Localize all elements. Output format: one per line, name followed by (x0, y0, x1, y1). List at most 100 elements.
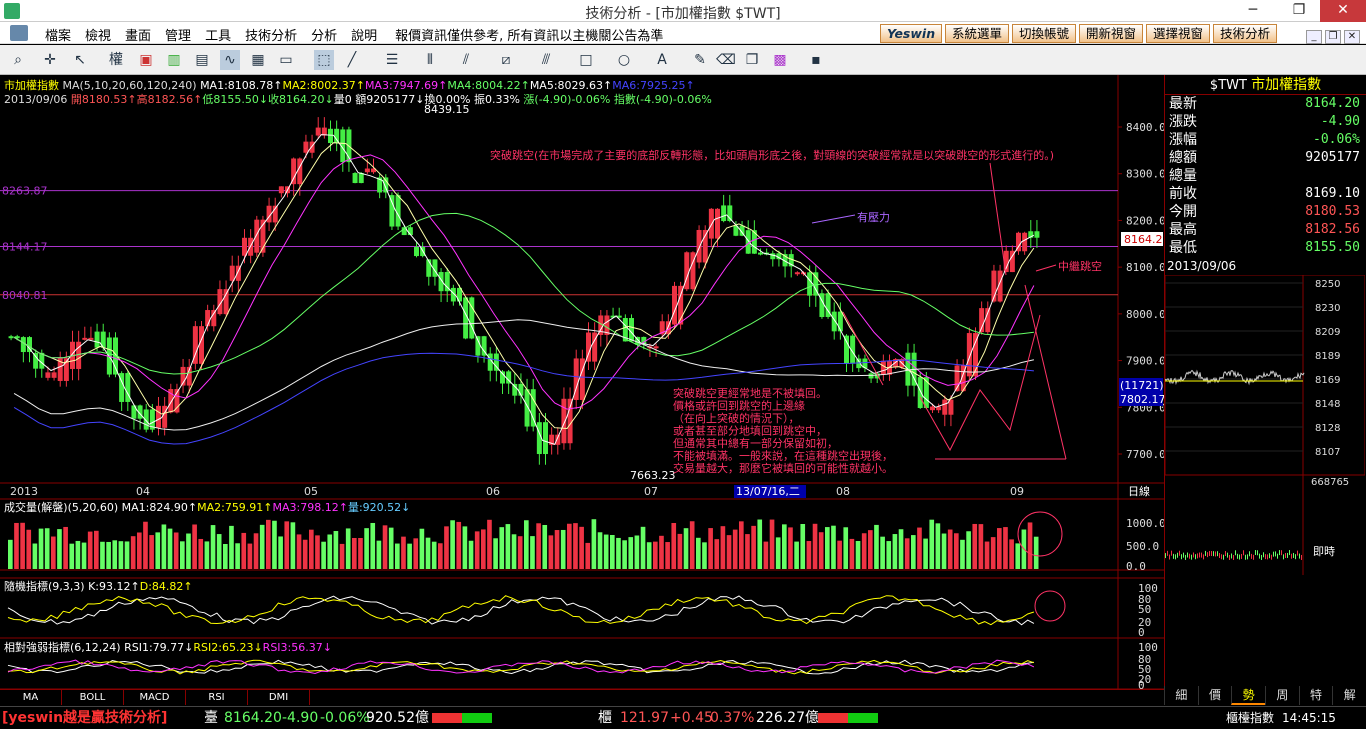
multi-panel-icon[interactable]: ▭ (276, 50, 296, 70)
y-tick-label: 8400.0 (1126, 121, 1164, 134)
draw-select-icon[interactable]: ⬚ (314, 50, 334, 70)
volume-bar (51, 536, 56, 569)
volume-bar (874, 524, 879, 569)
volume-bar (696, 537, 701, 569)
vertical-line-icon[interactable]: ⦀ (420, 50, 440, 70)
menu-screen[interactable]: 畫面 (118, 25, 158, 44)
tab-macd[interactable]: MACD (124, 690, 186, 705)
menu-analysis[interactable]: 分析 (304, 25, 344, 44)
y-tick-label: 8200.0 (1126, 214, 1164, 227)
rectangle-icon[interactable]: □ (576, 50, 596, 70)
menu-help[interactable]: 說明 (344, 25, 384, 44)
mdi-close-button[interactable]: ✕ (1344, 30, 1360, 44)
intraday-vol-bar (1271, 554, 1272, 560)
intraday-vol-bar (1219, 552, 1220, 558)
menu-view[interactable]: 檢視 (78, 25, 118, 44)
yeswin-logo-button[interactable]: Yeswin (880, 24, 942, 43)
ellipse-icon[interactable]: ○ (614, 50, 634, 70)
intraday-vol-bar (1251, 553, 1252, 559)
period-label: 日線 (1128, 484, 1150, 498)
intraday-vol-bar (1187, 552, 1188, 558)
candle-body (88, 337, 94, 340)
volume-bar (8, 539, 13, 569)
intraday-vol-bar (1277, 553, 1278, 559)
tab-boll[interactable]: BOLL (62, 690, 124, 705)
menu-tech-analysis[interactable]: 技術分析 (238, 25, 304, 44)
chart-icon[interactable]: ▤ (192, 50, 212, 70)
intraday-vol-bar (1293, 552, 1294, 558)
candle-body (156, 405, 161, 428)
intraday-vol-bar (1279, 550, 1280, 556)
kd-tick: 50 (1138, 603, 1151, 616)
zoom-icon[interactable]: ⌕ (8, 50, 28, 70)
qtab-special[interactable]: 特 (1298, 686, 1333, 705)
chart-canvas[interactable]: 8400.08300.08200.08100.08000.07900.07800… (0, 75, 1164, 689)
price-icon[interactable]: ▣ (136, 50, 156, 70)
text-icon[interactable]: A (652, 50, 672, 70)
volume-bar (763, 541, 769, 569)
save-icon[interactable]: ▪ (806, 50, 826, 70)
menu-file[interactable]: 檔案 (38, 25, 78, 44)
qtab-week[interactable]: 周 (1265, 686, 1299, 705)
new-window-button[interactable]: 開新視窗 (1079, 24, 1144, 43)
candle-body (530, 389, 536, 427)
volume-bar (677, 533, 683, 569)
parallel-icon[interactable]: ⫻ (536, 50, 556, 70)
minimize-button[interactable]: ─ (1234, 0, 1272, 22)
chart-area[interactable]: 8400.0 8300.0 8200.0 8100.0 8000.0 7900.0 7800… (0, 75, 1366, 689)
candle-body (242, 237, 247, 256)
tab-ma[interactable]: MA (0, 690, 62, 705)
horizontal-line-icon[interactable]: ☰ (382, 50, 402, 70)
intraday-chart[interactable]: 8250 8230 8209 8189 8169 8148 8128 8107 668765 即時 (1165, 275, 1365, 575)
tab-rsi[interactable]: RSI (186, 690, 248, 705)
qtab-price[interactable]: 價 (1197, 686, 1232, 705)
candle-body (555, 434, 561, 445)
quote-key: 漲跌 (1169, 114, 1197, 130)
otc-bar (818, 707, 878, 729)
overlay-icon[interactable]: ▦ (248, 50, 268, 70)
qtab-detail[interactable]: 細 (1164, 686, 1198, 705)
tech-analysis-button[interactable]: 技術分析 (1213, 24, 1278, 43)
candle-icon[interactable]: ▥ (164, 50, 184, 70)
volume-bar (241, 532, 247, 569)
volume-bar (1027, 522, 1033, 569)
adjust-type-button[interactable]: 權 (104, 50, 128, 70)
level-label: 8040.81 (2, 289, 48, 302)
copy-icon[interactable]: ❐ (742, 50, 762, 70)
qtab-analysis[interactable]: 解 (1332, 686, 1366, 705)
mdi-restore-button[interactable]: ❐ (1325, 30, 1341, 44)
pointer-icon[interactable]: ↖ (70, 50, 90, 70)
mdi-minimize-button[interactable]: _ (1306, 30, 1322, 44)
switch-account-button[interactable]: 切換帳號 (1012, 24, 1077, 43)
volume-bar (751, 525, 756, 569)
quote-key: 前收 (1169, 186, 1197, 202)
close-button[interactable]: ✕ (1320, 0, 1366, 22)
candle-body (315, 127, 321, 136)
menu-tools[interactable]: 工具 (198, 25, 238, 44)
candle-body (45, 372, 51, 378)
line-chart-icon[interactable]: ∿ (220, 50, 240, 70)
crosshair-icon[interactable]: ✛ (40, 50, 60, 70)
select-window-button[interactable]: 選擇視窗 (1146, 24, 1211, 43)
system-menu-button[interactable]: 系統選單 (945, 24, 1010, 43)
intraday-vol-bar (1169, 554, 1170, 560)
eraser-icon[interactable]: ⌫ (716, 50, 736, 70)
candle-body (143, 409, 149, 430)
menu-manage[interactable]: 管理 (158, 25, 198, 44)
restore-button[interactable]: ❐ (1280, 0, 1318, 22)
intraday-vol-bar (1189, 553, 1190, 559)
candle-body (334, 128, 340, 144)
grid-icon[interactable]: ▩ (770, 50, 790, 70)
quote-value: 8164.20 (1305, 96, 1360, 111)
channel-icon[interactable]: ⧄ (496, 50, 516, 70)
candle-body (917, 377, 923, 408)
qtab-trend[interactable]: 勢 (1231, 686, 1266, 705)
tab-dmi[interactable]: DMI (248, 690, 310, 705)
ohlc-info-5: 量0 (333, 93, 356, 106)
volume-bar (855, 541, 861, 569)
intraday-vol-bar (1231, 553, 1232, 559)
volume-bar (505, 524, 511, 569)
fan-icon[interactable]: ⫽ (456, 50, 476, 70)
pencil-icon[interactable]: ✎ (690, 50, 710, 70)
trendline-icon[interactable]: ╱ (342, 50, 362, 70)
